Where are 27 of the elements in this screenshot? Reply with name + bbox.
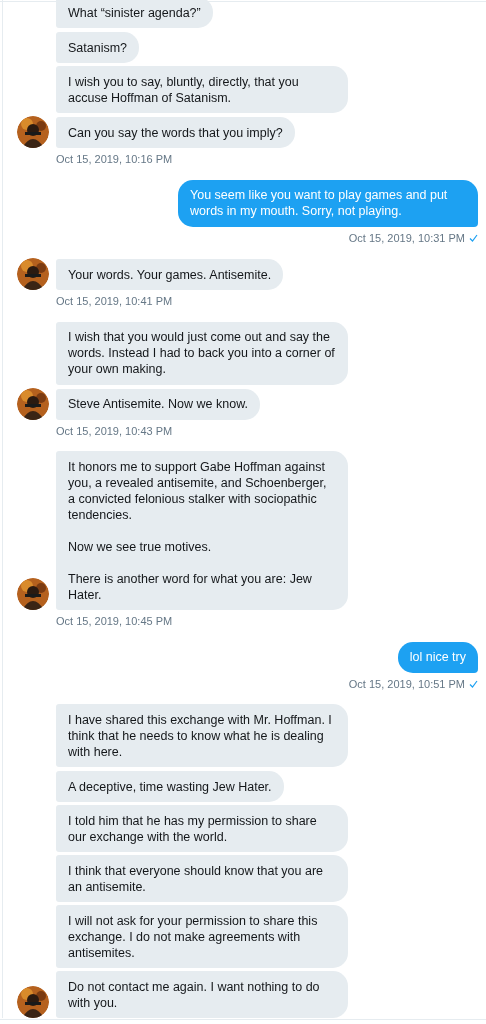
message-bubble: Steve Antisemite. Now we know.	[56, 388, 260, 420]
message-bubble: I think that everyone should know that you are an antisemite.	[56, 855, 348, 902]
avatar[interactable]	[17, 578, 49, 610]
message-bubble: It honors me to support Gabe Hoffman against you, a revealed antisemite, and Schoenberger, a convicted felonious stalker with sociopathic tendencies. Now we see true motives. There is another word for what you are: Jew Hater.	[56, 451, 348, 610]
message-bubble: A deceptive, time wasting Jew Hater.	[56, 771, 284, 802]
timestamp: Oct 15, 2019, 10:51 PM	[348, 676, 465, 692]
timestamp: Oct 15, 2019, 10:16 PM	[56, 152, 173, 167]
avatar[interactable]	[17, 986, 49, 1018]
message-bubble: I wish that you would just come out and say the words. Instead I had to back you into a corner of your own making.	[56, 321, 348, 385]
message-bubble: What “sinister agenda?”	[56, 0, 213, 28]
message-bubble: I wish you to say, bluntly, directly, that you accuse Hoffman of Satanism.	[56, 66, 348, 113]
message-bubble: Satanism?	[56, 32, 140, 63]
timestamp: Oct 15, 2019, 10:45 PM	[56, 614, 173, 629]
timestamp: Oct 15, 2019, 10:41 PM	[56, 294, 173, 309]
message-bubble: Can you say the words that you imply?	[56, 117, 295, 148]
message-bubble: lol nice try	[397, 641, 478, 673]
timestamp: Oct 15, 2019, 10:43 PM	[56, 423, 173, 439]
message-bubble: You seem like you want to play games and put words in my mouth. Sorry, not playing.	[178, 179, 478, 227]
message-bubble: Do not contact me again. I want nothing to do with you.	[56, 971, 348, 1018]
avatar[interactable]	[17, 258, 49, 290]
avatar[interactable]	[17, 387, 49, 420]
avatar[interactable]	[17, 116, 49, 148]
message-bubble: I have shared this exchange with Mr. Hoffman. I think that he needs to know what he is dealing with here.	[56, 704, 348, 767]
message-bubble: I told him that he has my permission to share our exchange with the world.	[56, 805, 348, 852]
timestamp: Oct 15, 2019, 10:31 PM	[348, 230, 465, 246]
message-bubble: Your words. Your games. Antisemite.	[56, 259, 284, 290]
message-bubble: I will not ask for your permission to share this exchange. I do not make agreements with antisemites.	[56, 905, 348, 968]
